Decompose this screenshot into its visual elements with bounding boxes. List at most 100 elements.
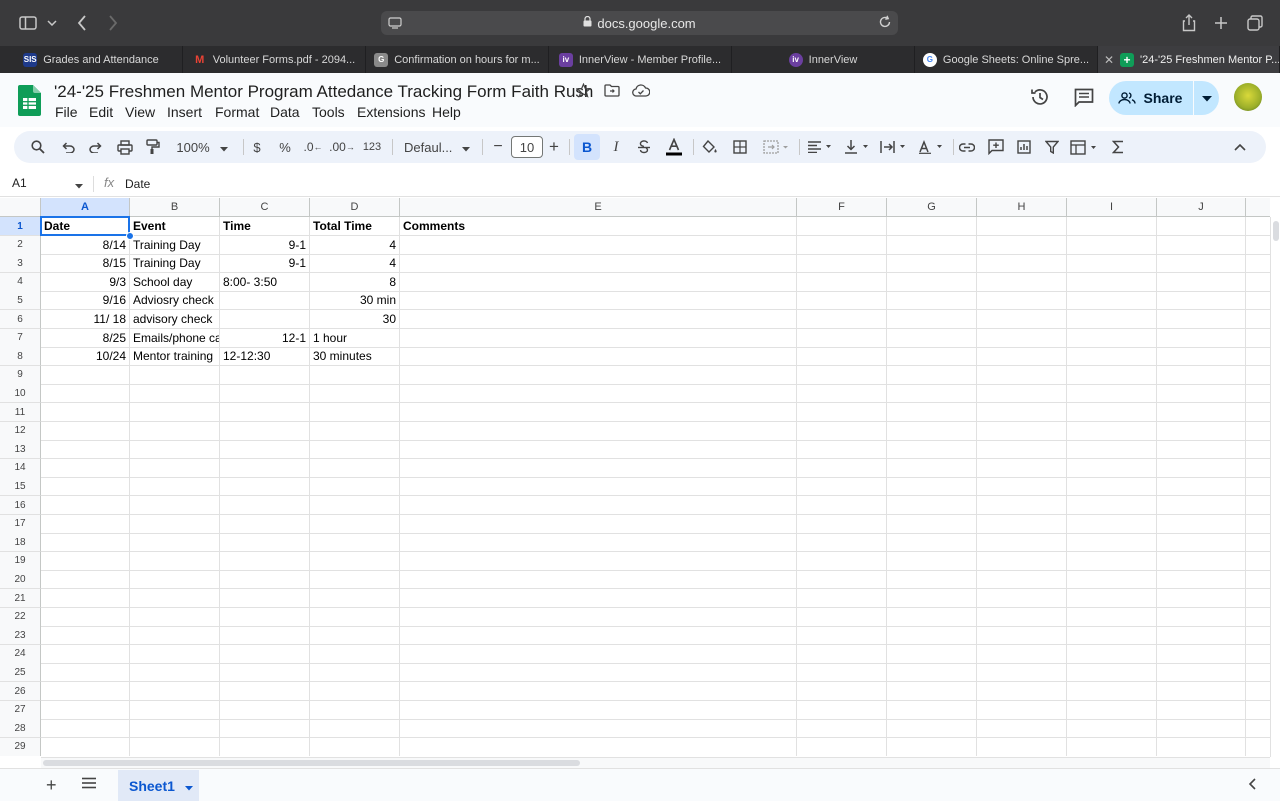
cell[interactable] [220, 477, 310, 497]
cell[interactable] [400, 458, 797, 478]
row-header-19[interactable]: 19 [0, 551, 41, 571]
cell[interactable] [220, 607, 310, 627]
cell[interactable] [400, 477, 797, 497]
cell[interactable] [1157, 291, 1246, 311]
cell[interactable] [797, 570, 887, 590]
cell[interactable] [400, 589, 797, 608]
cell[interactable] [130, 700, 220, 720]
cell[interactable] [130, 589, 220, 608]
cell[interactable] [887, 533, 977, 553]
cell[interactable]: 12-12:30 [220, 347, 310, 367]
cell[interactable] [1246, 533, 1270, 553]
cell[interactable] [797, 700, 887, 720]
cell[interactable] [1157, 217, 1246, 236]
spreadsheet-grid[interactable]: A B C D E F G H I J 1 Date Event Time Total Time Commen… [0, 198, 1270, 756]
cell[interactable] [1157, 570, 1246, 590]
cell[interactable] [1067, 254, 1157, 274]
cell[interactable] [1157, 310, 1246, 329]
cell[interactable] [220, 533, 310, 553]
cell[interactable] [130, 421, 220, 441]
italic-button[interactable]: I [606, 131, 626, 163]
cell[interactable] [220, 458, 310, 478]
cell[interactable] [1067, 663, 1157, 683]
cell[interactable] [220, 440, 310, 460]
row-header-21[interactable]: 21 [0, 589, 41, 608]
cell[interactable] [130, 719, 220, 739]
cell[interactable] [1067, 477, 1157, 497]
cell[interactable] [220, 589, 310, 608]
row-header-18[interactable]: 18 [0, 533, 41, 553]
row-header-24[interactable]: 24 [0, 644, 41, 664]
insert-link-icon[interactable] [957, 131, 977, 163]
cell[interactable] [977, 589, 1067, 608]
insert-comment-icon[interactable] [986, 131, 1006, 163]
cell[interactable] [1157, 719, 1246, 739]
cell[interactable] [130, 384, 220, 404]
header-cell[interactable]: Total Time [310, 217, 400, 236]
cell[interactable] [797, 217, 887, 236]
text-color-icon[interactable] [663, 131, 685, 163]
cell[interactable] [130, 533, 220, 553]
cell[interactable] [887, 551, 977, 571]
cell[interactable] [400, 570, 797, 590]
cell[interactable] [977, 328, 1067, 348]
chevron-down-icon[interactable] [41, 12, 63, 34]
cell[interactable] [977, 607, 1067, 627]
cell[interactable]: advisory check [130, 310, 220, 329]
row-header-29[interactable]: 29 [0, 737, 41, 756]
row-header-12[interactable]: 12 [0, 421, 41, 441]
cell[interactable] [1246, 329, 1270, 348]
cell[interactable] [1246, 217, 1270, 236]
column-header-f[interactable]: F [797, 198, 887, 217]
cell[interactable] [977, 663, 1067, 683]
cell[interactable] [220, 403, 310, 422]
cell[interactable] [887, 347, 977, 367]
row-header-4[interactable]: 4 [0, 272, 41, 292]
cell[interactable] [887, 403, 977, 422]
cell[interactable]: 8/15 [41, 254, 130, 274]
insert-chart-icon[interactable] [1014, 131, 1034, 163]
cell[interactable] [220, 365, 310, 385]
cell[interactable] [887, 365, 977, 385]
functions-icon[interactable] [1108, 131, 1128, 163]
tab-innerview-member[interactable]: iv InnerView - Member Profile... [549, 46, 732, 73]
cell[interactable] [797, 477, 887, 497]
redo-icon[interactable] [86, 131, 106, 163]
menu-format[interactable]: Format [215, 104, 259, 120]
cell[interactable] [977, 403, 1067, 422]
cell[interactable] [1067, 421, 1157, 441]
cell[interactable] [797, 440, 887, 460]
cell[interactable] [220, 626, 310, 646]
cell[interactable] [1157, 458, 1246, 478]
cell[interactable] [310, 477, 400, 497]
cell[interactable] [887, 570, 977, 590]
cell[interactable] [887, 310, 977, 329]
select-all-corner[interactable] [0, 198, 41, 217]
cell[interactable] [400, 254, 797, 274]
column-header-g[interactable]: G [887, 198, 977, 217]
cell[interactable] [220, 421, 310, 441]
cell[interactable] [310, 440, 400, 460]
share-page-icon[interactable] [1178, 12, 1200, 34]
cell[interactable] [977, 719, 1067, 739]
cell[interactable] [1067, 496, 1157, 515]
cell[interactable] [1246, 477, 1270, 497]
filter-views-icon[interactable] [1068, 131, 1100, 163]
cell[interactable] [1067, 719, 1157, 739]
cell[interactable] [41, 477, 130, 497]
cell[interactable] [887, 328, 977, 348]
cell[interactable] [400, 607, 797, 627]
cell[interactable] [310, 458, 400, 478]
cell[interactable] [1157, 644, 1246, 664]
comments-icon[interactable] [1074, 88, 1094, 112]
cell[interactable] [400, 384, 797, 404]
column-header-i[interactable]: I [1067, 198, 1157, 217]
avatar[interactable] [1234, 83, 1262, 111]
column-header-a[interactable]: A [41, 198, 130, 217]
tab-grades-attendance[interactable]: SIS Grades and Attendance [0, 46, 183, 73]
decrease-font-size-button[interactable]: − [490, 131, 506, 163]
cell[interactable] [1067, 328, 1157, 348]
fill-handle[interactable] [126, 231, 134, 240]
close-tab-icon[interactable]: ✕ [1104, 53, 1114, 67]
cell[interactable] [310, 682, 400, 701]
